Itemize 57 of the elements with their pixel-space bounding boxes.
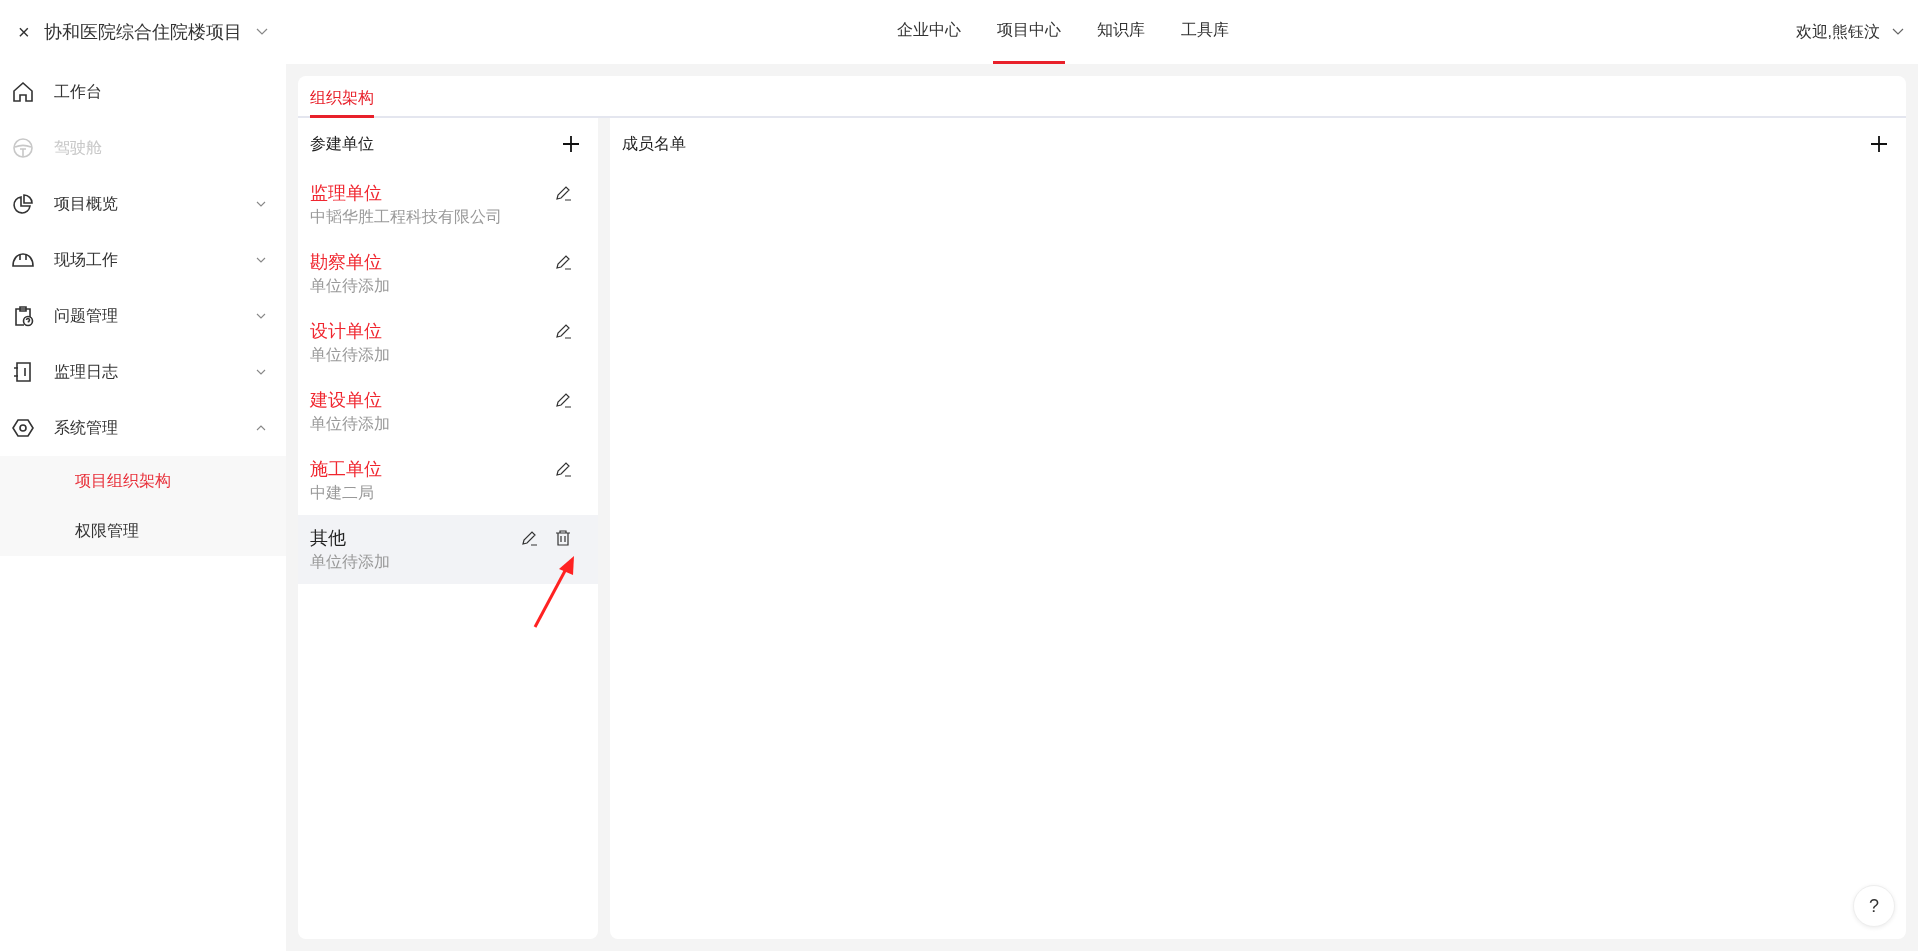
nav-tab[interactable]: 项目中心	[993, 0, 1065, 64]
trash-icon[interactable]	[554, 529, 572, 547]
unit-item[interactable]: 其他 单位待添加	[298, 515, 598, 584]
sidebar-subitem[interactable]: 权限管理	[0, 506, 286, 556]
chevron-down-icon	[256, 369, 266, 375]
unit-name: 施工单位	[310, 458, 383, 481]
unit-name: 勘察单位	[310, 251, 383, 274]
chevron-down-icon	[256, 257, 266, 263]
unit-item[interactable]: 勘察单位 单位待添加	[298, 239, 598, 308]
pencil-icon[interactable]	[554, 322, 572, 340]
unit-detail: 单位待添加	[310, 276, 391, 296]
chevron-down-icon	[256, 313, 266, 319]
sidebar-item[interactable]: 工作台	[0, 64, 286, 120]
pencil-icon[interactable]	[554, 391, 572, 409]
pie-chart-icon	[12, 193, 34, 215]
clipboard-question-icon	[12, 305, 34, 327]
project-title[interactable]: 协和医院综合住院楼项目	[43, 20, 242, 44]
house-icon	[12, 81, 34, 103]
panel-title: 参建单位	[310, 133, 374, 154]
unit-detail: 单位待添加	[310, 414, 391, 434]
unit-name: 监理单位	[310, 182, 383, 205]
close-icon[interactable]: ×	[18, 20, 30, 44]
steering-wheel-icon	[12, 137, 34, 159]
nav-tab[interactable]: 工具库	[1177, 0, 1233, 64]
sidebar-item[interactable]: 问题管理	[0, 288, 286, 344]
sidebar-item[interactable]: 项目概览	[0, 176, 286, 232]
unit-detail: 单位待添加	[310, 552, 391, 572]
pencil-icon[interactable]	[554, 253, 572, 271]
unit-item[interactable]: 设计单位 单位待添加	[298, 308, 598, 377]
unit-name: 设计单位	[310, 320, 383, 343]
unit-item[interactable]: 建设单位 单位待添加	[298, 377, 598, 446]
plus-icon[interactable]	[1870, 135, 1888, 153]
unit-detail: 中韬华胜工程科技有限公司	[310, 207, 503, 227]
notebook-icon	[12, 361, 34, 383]
nav-tab[interactable]: 知识库	[1093, 0, 1149, 64]
sidebar-item[interactable]: 监理日志	[0, 344, 286, 400]
chevron-down-icon[interactable]	[1892, 28, 1904, 36]
pencil-icon[interactable]	[554, 184, 572, 202]
hexagon-icon	[12, 417, 34, 439]
unit-item[interactable]: 监理单位 中韬华胜工程科技有限公司	[298, 170, 598, 239]
sidebar-item[interactable]: 现场工作	[0, 232, 286, 288]
chevron-up-icon	[256, 425, 266, 431]
unit-detail: 单位待添加	[310, 345, 391, 365]
unit-name: 建设单位	[310, 389, 383, 412]
unit-name: 其他	[310, 527, 347, 550]
unit-item[interactable]: 施工单位 中建二局	[298, 446, 598, 515]
sidebar-subitem[interactable]: 项目组织架构	[0, 456, 286, 506]
pencil-icon[interactable]	[554, 460, 572, 478]
unit-detail: 中建二局	[310, 483, 375, 503]
plus-icon[interactable]	[562, 135, 580, 153]
chevron-down-icon[interactable]	[255, 28, 268, 36]
panel-title: 成员名单	[622, 133, 686, 154]
sidebar-item[interactable]: 系统管理	[0, 400, 286, 456]
pencil-icon[interactable]	[520, 529, 538, 547]
chevron-down-icon	[256, 201, 266, 207]
nav-tab[interactable]: 企业中心	[893, 0, 965, 64]
user-greeting[interactable]: 欢迎,熊钰汶	[1795, 21, 1880, 43]
